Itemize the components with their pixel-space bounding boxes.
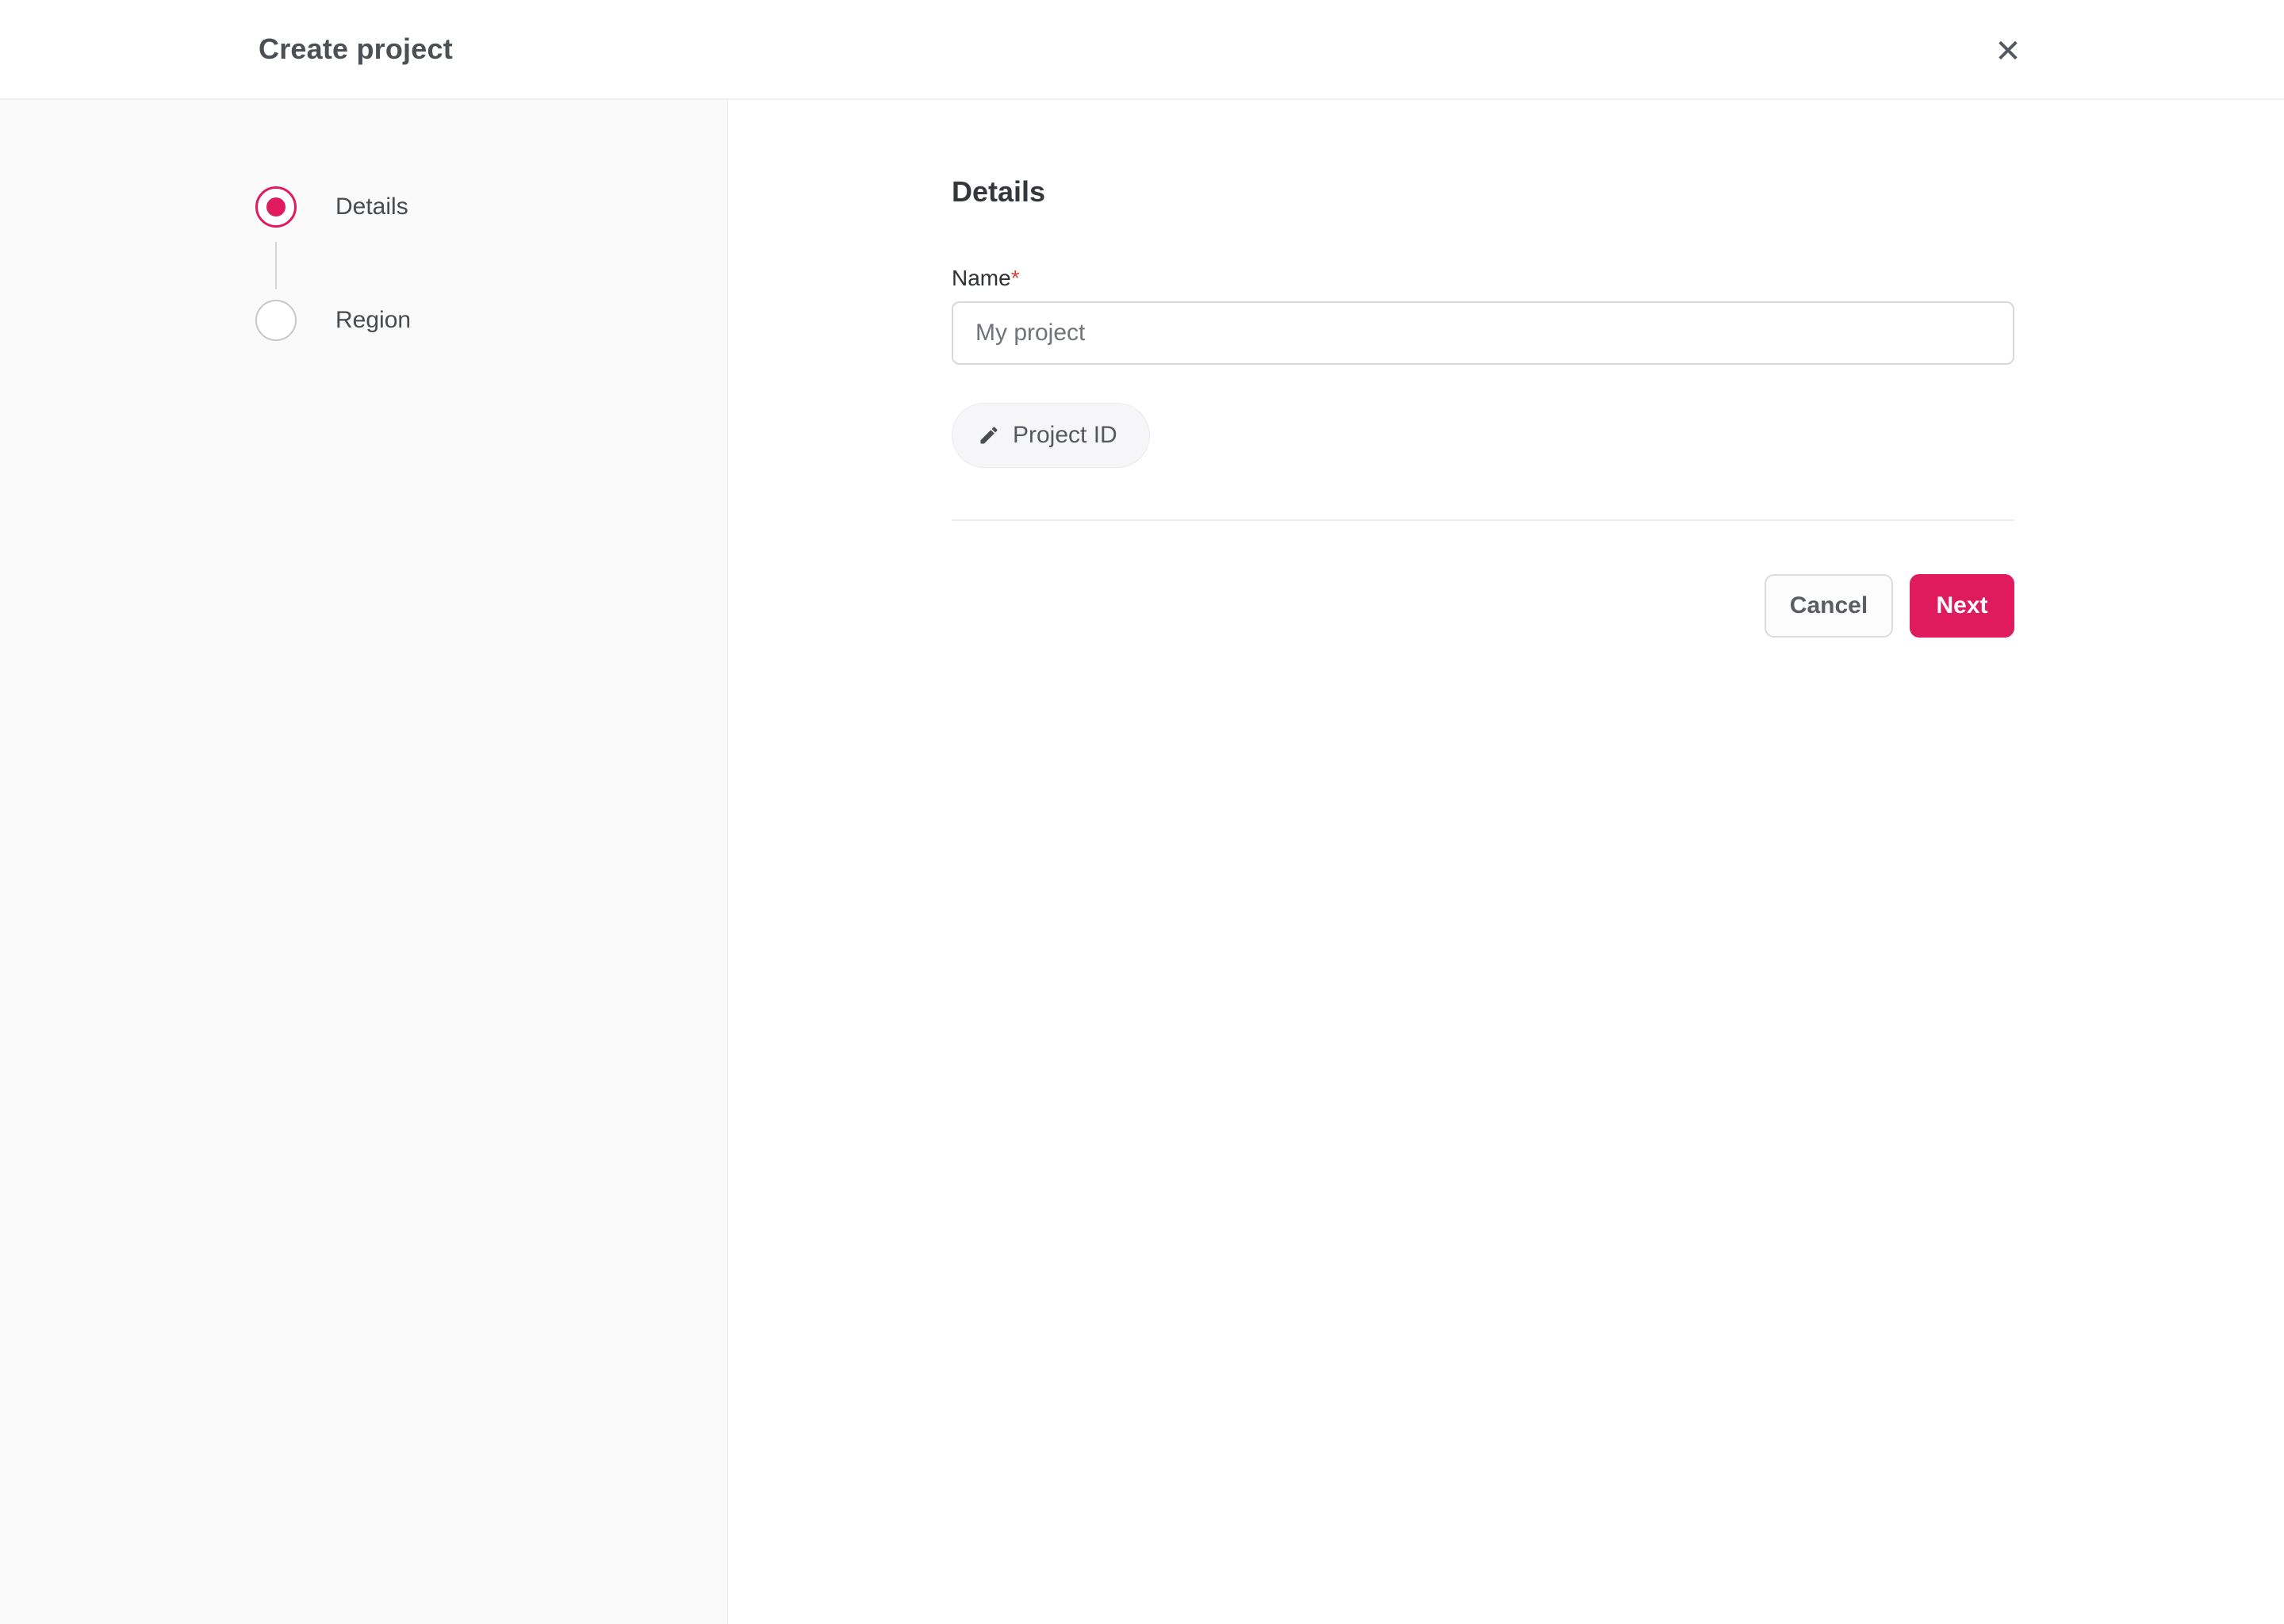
wizard-content: Details Name* Project ID Cancel Next xyxy=(728,100,2284,1624)
name-label-text: Name xyxy=(952,266,1011,290)
pencil-icon xyxy=(980,427,998,444)
name-field-label: Name* xyxy=(952,265,2014,292)
project-name-input[interactable] xyxy=(952,301,2014,365)
footer-divider xyxy=(952,519,2014,521)
page-title: Create project xyxy=(259,33,453,65)
close-button[interactable]: ✕ xyxy=(1986,29,2030,74)
step-radio-active-icon xyxy=(255,186,297,228)
project-id-button[interactable]: Project ID xyxy=(952,403,1150,468)
step-label-details: Details xyxy=(335,193,408,220)
required-asterisk: * xyxy=(1010,266,1020,290)
modal-header: Create project ✕ xyxy=(0,0,2284,100)
close-icon: ✕ xyxy=(1995,34,2021,69)
form-column: Details Name* Project ID Cancel Next xyxy=(952,100,2014,638)
step-label-region: Region xyxy=(335,307,412,333)
next-button[interactable]: Next xyxy=(1910,574,2014,638)
cancel-button[interactable]: Cancel xyxy=(1765,574,1893,638)
project-id-label: Project ID xyxy=(1013,422,1117,448)
step-radio-dot xyxy=(266,197,286,216)
wizard-sidebar: Details Region xyxy=(0,100,728,1624)
step-radio-idle-icon xyxy=(255,300,297,341)
stepper-item-details[interactable]: Details xyxy=(255,186,408,228)
action-bar: Cancel Next xyxy=(952,574,2014,638)
stepper-connector-line xyxy=(275,242,277,289)
section-heading: Details xyxy=(952,175,1046,208)
stepper-item-region[interactable]: Region xyxy=(255,300,411,341)
